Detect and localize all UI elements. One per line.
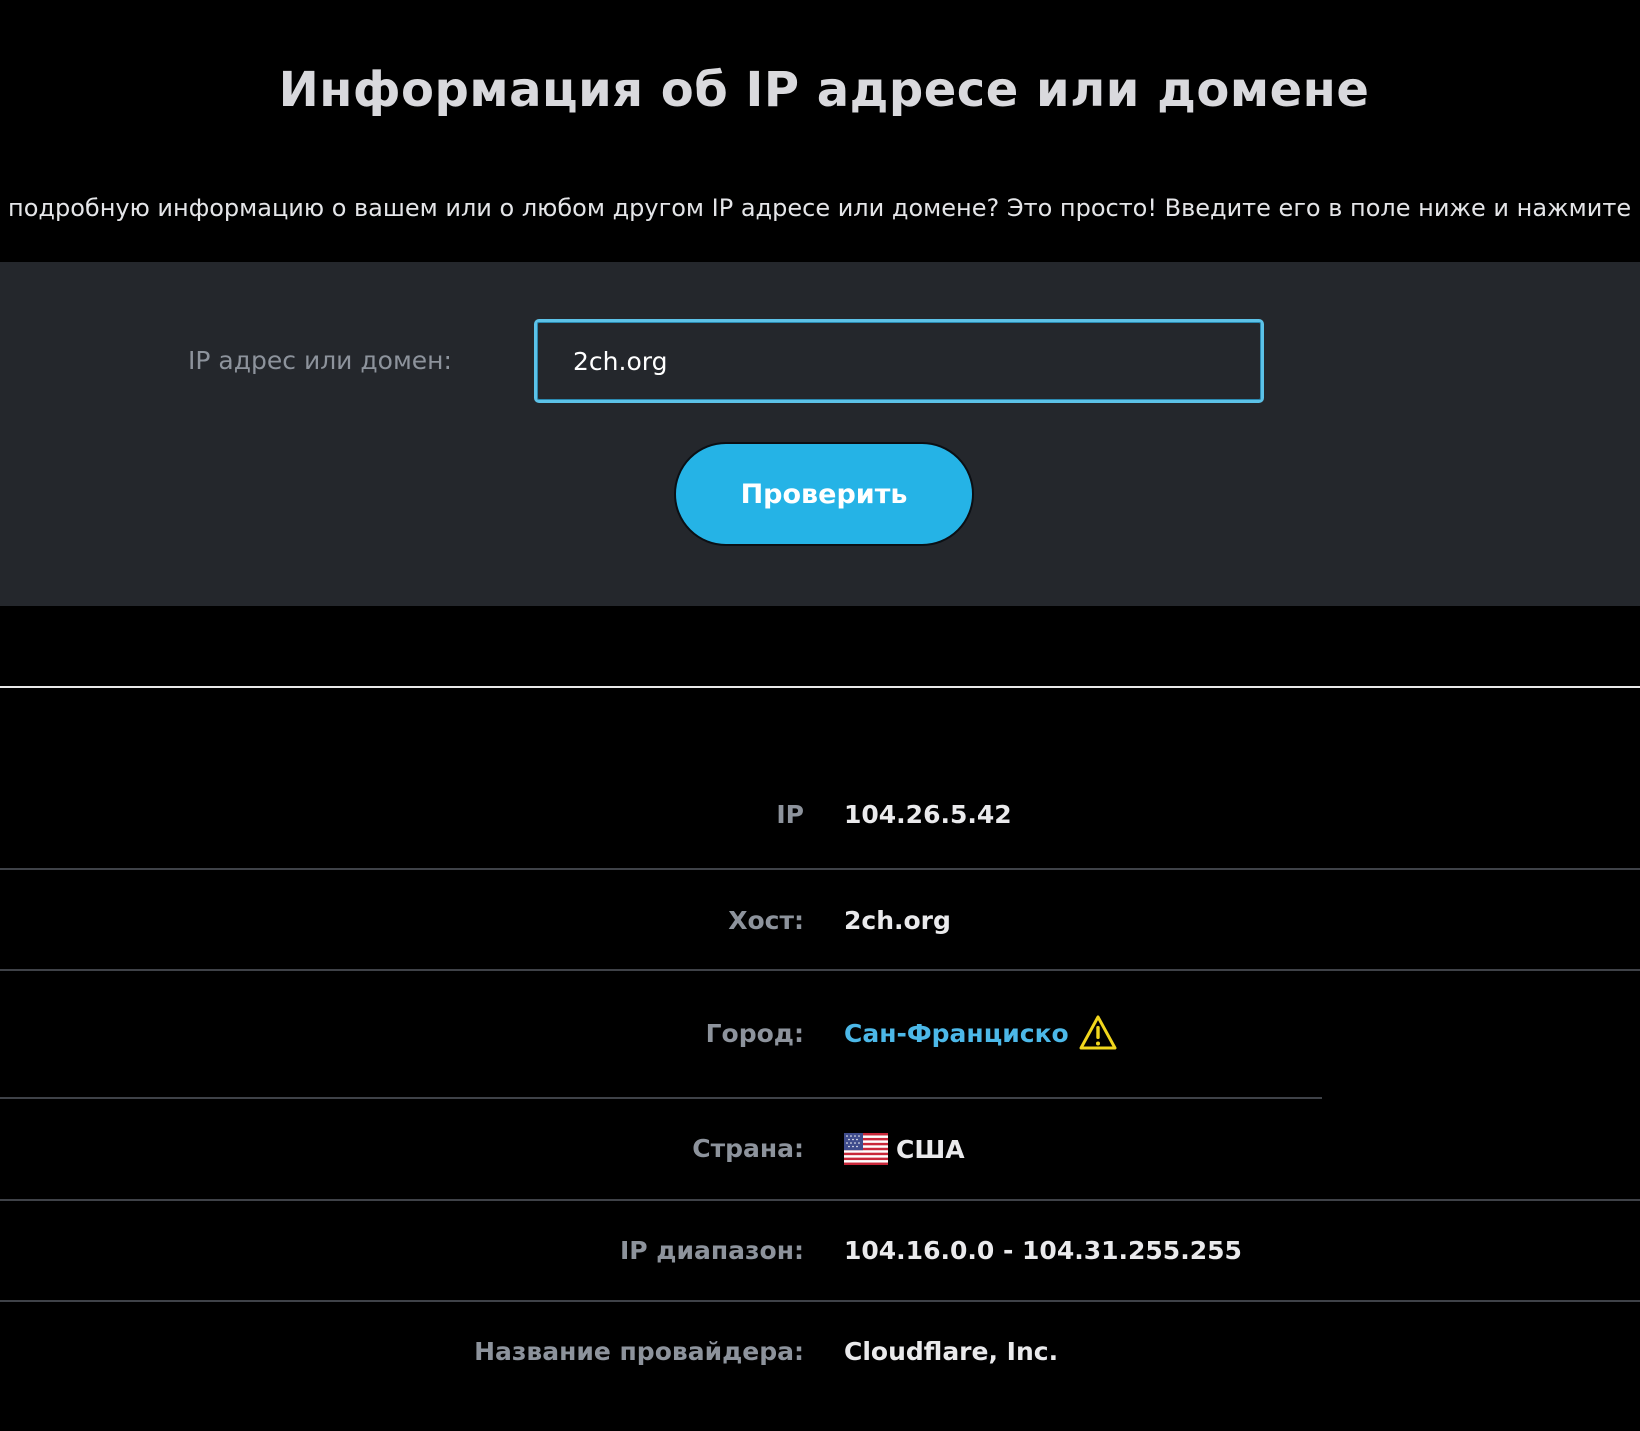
host-label: Хост: <box>728 906 804 935</box>
row-divider <box>0 1097 1322 1099</box>
provider-label: Название провайдера: <box>474 1337 804 1366</box>
check-button[interactable]: Проверить <box>674 442 974 546</box>
provider-value: Cloudflare, Inc. <box>844 1337 1059 1366</box>
city-link[interactable]: Сан-Франциско <box>844 1019 1069 1048</box>
page-title: Информация об IP адресе или домене <box>278 62 1370 118</box>
row-divider <box>0 1300 1640 1302</box>
us-flag-icon <box>844 1133 888 1165</box>
section-divider <box>0 686 1640 688</box>
intro-text: подробную информацию о вашем или о любом… <box>8 194 1640 222</box>
row-divider <box>0 868 1640 870</box>
country-label: Страна: <box>692 1134 804 1163</box>
row-divider <box>0 969 1640 971</box>
row-divider <box>0 1199 1640 1201</box>
country-name: США <box>896 1134 965 1164</box>
ip-range-value: 104.16.0.0 - 104.31.255.255 <box>844 1236 1242 1265</box>
city-value: Сан-Франциско <box>844 1015 1117 1051</box>
warning-icon[interactable] <box>1079 1015 1117 1051</box>
search-label: IP адрес или домен: <box>188 346 452 375</box>
country-value: США <box>844 1133 965 1165</box>
city-label: Город: <box>705 1019 804 1048</box>
search-panel: IP адрес или домен: Проверить <box>0 262 1640 606</box>
ip-label: IP <box>776 800 804 829</box>
host-value: 2ch.org <box>844 906 951 935</box>
ip-value: 104.26.5.42 <box>844 800 1012 829</box>
ip-range-label: IP диапазон: <box>619 1236 804 1265</box>
ip-domain-input[interactable] <box>534 319 1264 403</box>
